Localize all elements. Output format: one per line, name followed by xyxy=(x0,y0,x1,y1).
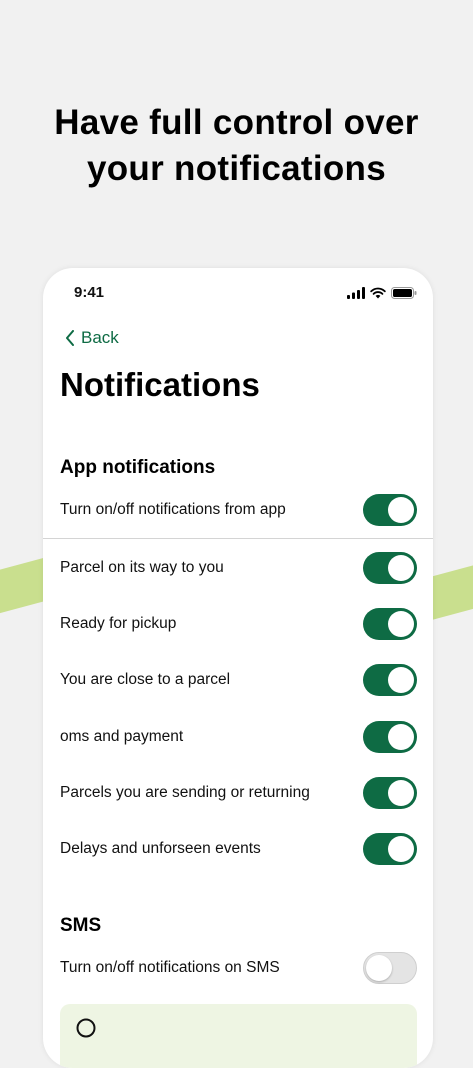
headline-line-1: Have full control over xyxy=(54,103,419,142)
toggle-knob xyxy=(388,667,414,693)
row-label: oms and payment xyxy=(60,728,184,745)
row-label: Turn on/off notifications from app xyxy=(60,501,286,518)
phone-screen: 9:41 Back Notifications App notification… xyxy=(43,268,433,1068)
toggle-knob xyxy=(388,724,414,750)
row-label: Parcel on its way to you xyxy=(60,559,224,576)
row-label: Turn on/off notifications on SMS xyxy=(60,959,280,976)
toggle-knob xyxy=(366,955,392,981)
notification-row-close-to-parcel: You are close to a parcel xyxy=(60,660,417,700)
toggle-close-to-parcel[interactable] xyxy=(363,664,417,696)
toggle-knob xyxy=(388,611,414,637)
back-button[interactable]: Back xyxy=(65,328,119,348)
row-label: Delays and unforseen events xyxy=(60,840,261,857)
headline-line-2: your notifications xyxy=(86,149,387,188)
notification-row-sending-returning: Parcels you are sending or returning xyxy=(60,773,417,813)
status-time: 9:41 xyxy=(74,284,105,301)
section-title-sms: SMS xyxy=(60,915,102,936)
toggle-ready-for-pickup[interactable] xyxy=(363,608,417,640)
sms-master-toggle[interactable] xyxy=(363,952,417,984)
toggle-parcel-on-way[interactable] xyxy=(363,552,417,584)
section-title-app-notifications: App notifications xyxy=(60,457,216,478)
toggle-knob xyxy=(388,497,414,523)
app-notifications-master-toggle[interactable] xyxy=(363,494,417,526)
status-bar: 9:41 xyxy=(43,268,433,318)
toggle-knob xyxy=(388,780,414,806)
sms-master-row: Turn on/off notifications on SMS xyxy=(60,948,417,988)
toggle-delays[interactable] xyxy=(363,833,417,865)
row-label: You are close to a parcel xyxy=(60,671,231,688)
cellular-signal-icon xyxy=(347,287,365,299)
chevron-left-icon xyxy=(66,330,74,346)
info-box xyxy=(60,1004,417,1068)
status-icons xyxy=(347,287,417,299)
notification-row-delays: Delays and unforseen events xyxy=(60,829,417,869)
info-icon xyxy=(76,1018,96,1038)
app-notifications-master-row: Turn on/off notifications from app xyxy=(60,490,417,530)
wifi-icon xyxy=(370,287,386,299)
toggle-knob xyxy=(388,836,414,862)
divider xyxy=(43,538,433,539)
headline: Have full control over your notification… xyxy=(0,100,473,192)
notification-row-payment: oms and payment xyxy=(60,717,417,757)
row-label: Parcels you are sending or returning xyxy=(60,784,310,801)
toggle-sending-returning[interactable] xyxy=(363,777,417,809)
back-label: Back xyxy=(81,328,119,347)
notification-row-ready-for-pickup: Ready for pickup xyxy=(60,604,417,644)
toggle-knob xyxy=(388,555,414,581)
page-title: Notifications xyxy=(60,366,260,403)
notification-row-parcel-on-way: Parcel on its way to you xyxy=(60,548,417,588)
toggle-payment[interactable] xyxy=(363,721,417,753)
battery-icon xyxy=(391,287,417,299)
row-label: Ready for pickup xyxy=(60,615,177,632)
